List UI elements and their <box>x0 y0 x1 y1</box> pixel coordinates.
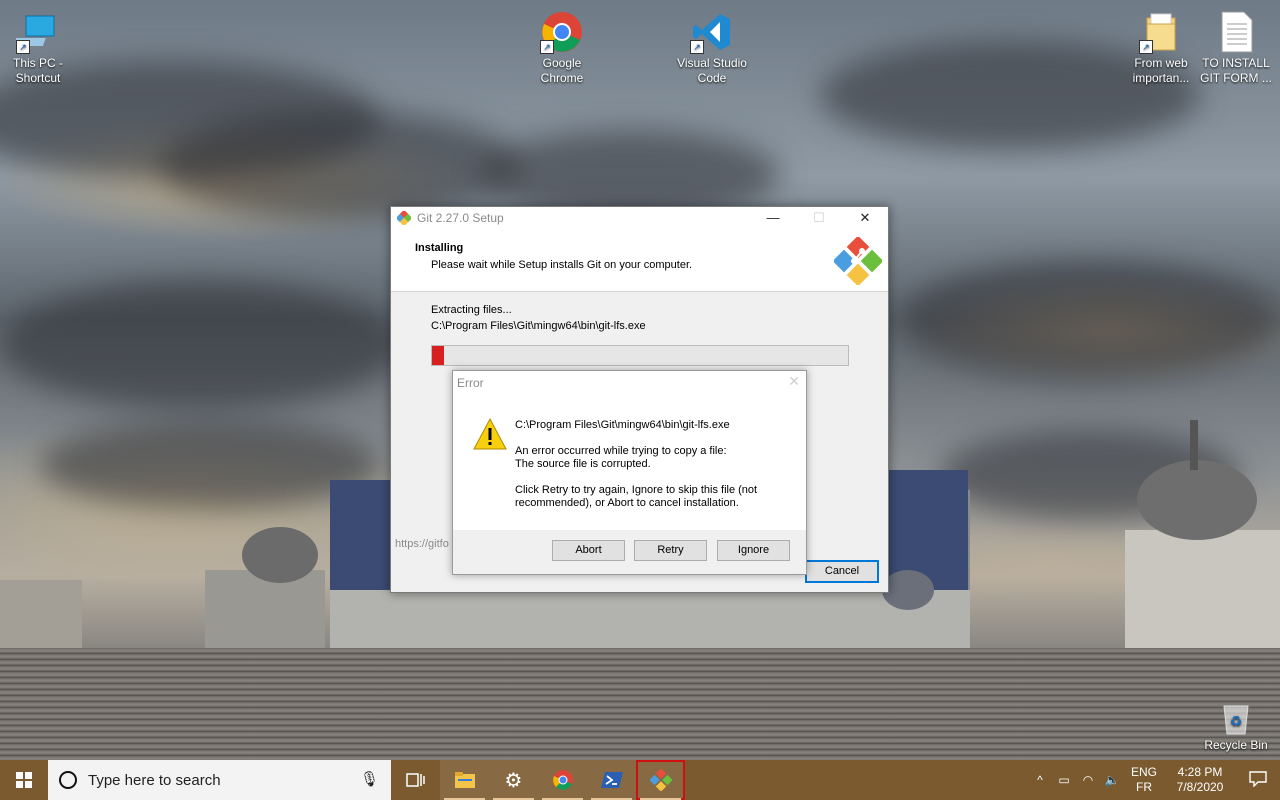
clock-time: 4:28 PM <box>1177 765 1223 779</box>
page-subtitle: Please wait while Setup installs Git on … <box>431 259 693 271</box>
desktop-icon-label: Google Chrome <box>540 56 584 85</box>
taskbar-powershell[interactable] <box>587 760 636 800</box>
error-line-1: An error occurred while trying to copy a… <box>515 445 727 457</box>
language-line-2: FR <box>1136 780 1152 794</box>
this-pc-icon: ↗ <box>8 10 60 54</box>
chrome-icon <box>552 770 573 790</box>
error-line-2: The source file is corrupted. <box>515 458 651 470</box>
abort-button[interactable]: Abort <box>552 540 625 561</box>
desktop-icon-label: Recycle Bin <box>1204 738 1268 752</box>
error-message: C:\Program Files\Git\mingw64\bin\git-lfs… <box>515 419 795 523</box>
error-file-path: C:\Program Files\Git\mingw64\bin\git-lfs… <box>515 419 730 431</box>
taskbar-git-setup[interactable] <box>636 760 685 800</box>
taskbar-chrome[interactable] <box>538 760 587 800</box>
git-logo-icon <box>834 237 882 285</box>
window-titlebar[interactable]: Git 2.27.0 Setup — ☐ ✕ <box>391 207 888 229</box>
search-placeholder: Type here to search <box>88 772 221 789</box>
document-icon <box>1214 10 1258 54</box>
chrome-icon: ↗ <box>540 10 584 54</box>
page-title: Installing <box>415 242 464 254</box>
system-tray: ^ ▭ ◠ 🔈 ENG FR 4:28 PM 7/8/2020 <box>1028 760 1280 800</box>
desktop-icon-label: TO INSTALL GIT FORM ... <box>1200 56 1272 85</box>
task-view-button[interactable] <box>391 760 440 800</box>
ignore-button[interactable]: Ignore <box>717 540 790 561</box>
wizard-header: Installing Please wait while Setup insta… <box>391 229 888 292</box>
error-button-bar: Abort Retry Ignore <box>453 530 806 574</box>
desktop-icon-label: Visual Studio Code <box>677 56 747 85</box>
notification-center-button[interactable] <box>1236 770 1280 790</box>
cancel-button[interactable]: Cancel <box>805 560 879 583</box>
chevron-up-icon[interactable]: ^ <box>1028 773 1052 787</box>
windows-logo-icon <box>16 772 32 788</box>
desktop-icon-chrome[interactable]: ↗ Google Chrome <box>524 10 600 86</box>
retry-button[interactable]: Retry <box>634 540 707 561</box>
recycle-bin-icon: ♻ <box>1218 700 1254 736</box>
error-instructions: Click Retry to try again, Ignore to skip… <box>515 484 758 509</box>
error-dialog: Error ✕ C:\Program Files\Git\mingw64\bin… <box>452 370 807 575</box>
error-dialog-close-icon: ✕ <box>788 373 800 389</box>
desktop-icon-recycle-bin[interactable]: ♻ Recycle Bin <box>1198 700 1274 753</box>
close-button[interactable]: ✕ <box>842 207 888 229</box>
volume-icon[interactable]: 🔈 <box>1100 773 1124 787</box>
install-progress-bar <box>431 345 849 366</box>
git-url-link[interactable]: https://gitfo <box>395 538 449 550</box>
window-title: Git 2.27.0 Setup <box>417 211 504 225</box>
git-logo-icon <box>649 769 672 791</box>
file-explorer-icon <box>454 772 475 788</box>
language-line-1: ENG <box>1130 765 1157 779</box>
microphone-icon[interactable]: 🎙 <box>360 770 379 788</box>
desktop-icon-folder[interactable]: ↗ From web importan... <box>1123 10 1199 86</box>
start-button[interactable] <box>0 760 48 800</box>
notification-icon <box>1249 770 1267 788</box>
task-view-icon <box>405 773 425 787</box>
warning-icon <box>473 418 507 450</box>
cortana-ring-icon <box>59 771 77 789</box>
git-setup-app-icon <box>397 211 411 225</box>
current-file-path: C:\Program Files\Git\mingw64\bin\git-lfs… <box>431 320 646 332</box>
powershell-icon <box>600 772 623 788</box>
taskbar-search-box[interactable]: Type here to search 🎙 <box>48 760 391 800</box>
battery-icon[interactable]: ▭ <box>1052 773 1076 787</box>
folder-icon: ↗ <box>1139 10 1183 54</box>
taskbar-settings[interactable]: ⚙ <box>489 760 538 800</box>
minimize-button[interactable]: — <box>750 207 796 229</box>
wifi-icon[interactable]: ◠ <box>1076 773 1100 787</box>
desktop-icon-label: This PC - Shortcut <box>12 56 63 85</box>
language-indicator[interactable]: ENG FR <box>1124 765 1164 795</box>
gear-icon: ⚙ <box>504 768 523 792</box>
desktop-icon-this-pc[interactable]: ↗ This PC - Shortcut <box>0 10 76 86</box>
maximize-button: ☐ <box>813 210 825 225</box>
desktop-icon-document[interactable]: TO INSTALL GIT FORM ... <box>1198 10 1274 86</box>
svg-text:♻: ♻ <box>1230 714 1243 730</box>
vscode-icon: ↗ <box>690 10 734 54</box>
progress-fill <box>432 346 445 365</box>
desktop-icon-label: From web importan... <box>1132 56 1190 85</box>
taskbar: Type here to search 🎙 ⚙ ^ ▭ ◠ 🔈 ENG FR 4… <box>0 760 1280 800</box>
taskbar-file-explorer[interactable] <box>440 760 489 800</box>
status-text: Extracting files... <box>431 304 512 316</box>
desktop-icon-vscode[interactable]: ↗ Visual Studio Code <box>674 10 750 86</box>
clock-date: 7/8/2020 <box>1176 780 1224 794</box>
error-dialog-title: Error <box>457 376 484 390</box>
taskbar-clock[interactable]: 4:28 PM 7/8/2020 <box>1164 765 1236 795</box>
